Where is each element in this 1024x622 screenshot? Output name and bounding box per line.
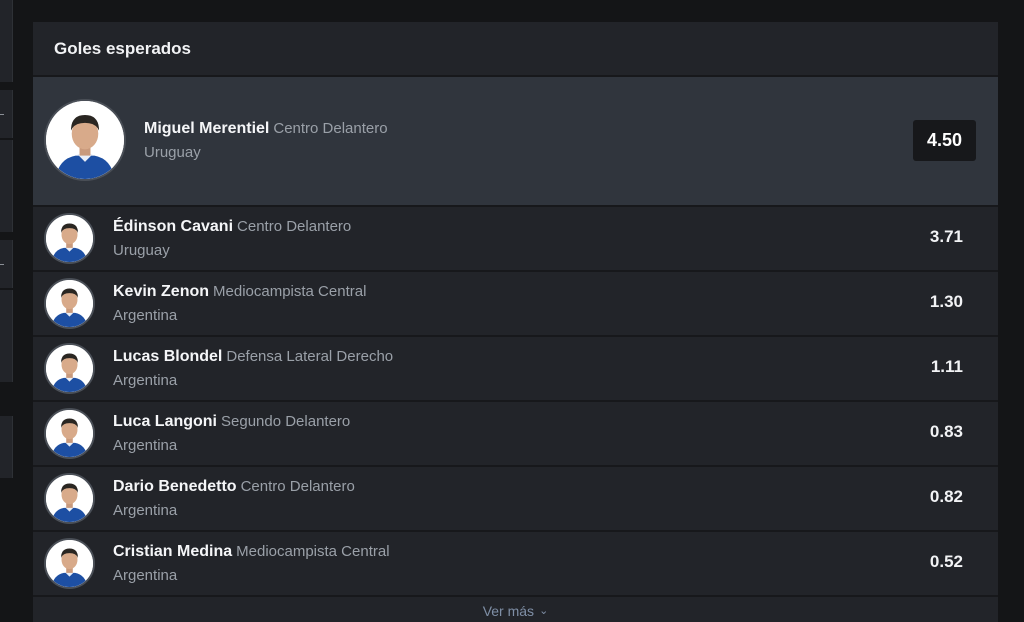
rail-block[interactable] <box>0 90 13 138</box>
player-avatar <box>44 278 95 329</box>
player-name[interactable]: Édinson Cavani <box>113 218 233 235</box>
player-position: Mediocampista Central <box>236 543 390 560</box>
player-stat-value: 0.52 <box>929 552 963 571</box>
rail-block[interactable] <box>0 290 13 382</box>
player-avatar <box>44 408 95 459</box>
player-name[interactable]: Dario Benedetto <box>113 478 237 495</box>
player-country: Uruguay <box>113 242 170 259</box>
player-avatar <box>44 473 95 524</box>
player-position: Mediocampista Central <box>213 283 367 300</box>
player-stat-value: 1.11 <box>930 357 963 376</box>
player-stat-value: 4.50 <box>913 120 976 161</box>
player-name[interactable]: Lucas Blondel <box>113 348 222 365</box>
player-position: Centro Delantero <box>273 120 388 137</box>
player-stat-value: 0.82 <box>929 487 963 506</box>
featured-player-row[interactable]: Miguel Merentiel Centro Delantero Uruguay… <box>33 77 998 207</box>
player-row[interactable]: Luca Langoni Segundo Delantero Argentina … <box>33 402 998 467</box>
chevron-down-icon: ⌄ <box>539 605 549 617</box>
player-position: Centro Delantero <box>237 218 352 235</box>
player-info: Lucas Blondel Defensa Lateral Derecho Arg… <box>113 347 393 391</box>
player-list: Édinson Cavani Centro Delantero Uruguay 3… <box>33 207 998 597</box>
player-country: Argentina <box>113 502 178 519</box>
player-country: Uruguay <box>144 144 201 161</box>
player-country: Argentina <box>113 307 178 324</box>
player-info: Édinson Cavani Centro Delantero Uruguay <box>113 217 351 261</box>
player-name[interactable]: Miguel Merentiel <box>144 120 269 137</box>
player-position: Centro Delantero <box>240 478 355 495</box>
see-more-button[interactable]: Ver más ⌄ <box>33 597 998 622</box>
player-country: Argentina <box>113 437 178 454</box>
player-country: Argentina <box>113 567 178 584</box>
player-avatar <box>44 343 95 394</box>
player-info: Luca Langoni Segundo Delantero Argentina <box>113 412 350 456</box>
rail-block[interactable] <box>0 240 13 288</box>
rail-block[interactable] <box>0 416 13 478</box>
player-position: Defensa Lateral Derecho <box>226 348 394 365</box>
player-name[interactable]: Luca Langoni <box>113 413 217 430</box>
player-stat-value: 1.30 <box>929 292 963 311</box>
player-row[interactable]: Kevin Zenon Mediocampista Central Argenti… <box>33 272 998 337</box>
player-avatar <box>44 538 95 589</box>
player-info: Cristian Medina Mediocampista Central Arg… <box>113 542 390 586</box>
player-info: Miguel Merentiel Centro Delantero Uruguay <box>144 119 388 163</box>
expected-goals-panel: Goles esperados Miguel Merentiel Centro D… <box>33 22 998 622</box>
player-avatar <box>44 213 95 264</box>
player-info: Kevin Zenon Mediocampista Central Argenti… <box>113 282 366 326</box>
player-stat-value: 3.71 <box>929 227 963 246</box>
player-row[interactable]: Lucas Blondel Defensa Lateral Derecho Arg… <box>33 337 998 402</box>
rail-block[interactable] <box>0 0 13 82</box>
player-info: Dario Benedetto Centro Delantero Argentin… <box>113 477 355 521</box>
player-name[interactable]: Kevin Zenon <box>113 283 209 300</box>
player-avatar <box>44 99 126 181</box>
player-row[interactable]: Édinson Cavani Centro Delantero Uruguay 3… <box>33 207 998 272</box>
rail-block[interactable] <box>0 140 13 232</box>
see-more-label: Ver más <box>482 603 535 619</box>
player-country: Argentina <box>113 372 178 389</box>
player-stat-value: 0.83 <box>929 422 963 441</box>
player-position: Segundo Delantero <box>221 413 351 430</box>
player-row[interactable]: Dario Benedetto Centro Delantero Argentin… <box>33 467 998 532</box>
panel-title: Goles esperados <box>33 22 998 77</box>
player-row[interactable]: Cristian Medina Mediocampista Central Arg… <box>33 532 998 597</box>
player-name[interactable]: Cristian Medina <box>113 543 232 560</box>
left-rail <box>0 0 13 613</box>
